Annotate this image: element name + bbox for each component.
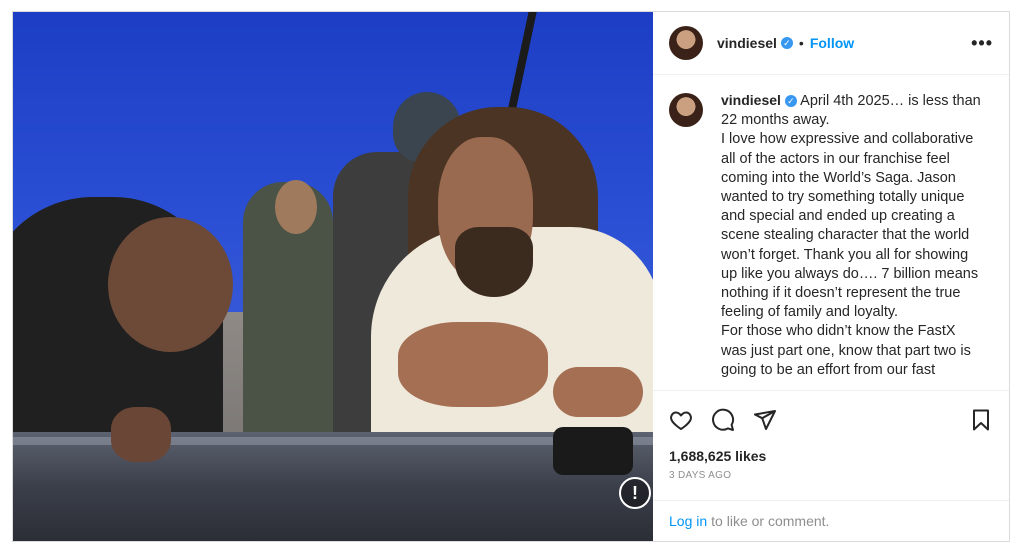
post-header: vindiesel ✓ • Follow ••• (653, 12, 1009, 75)
likes-count[interactable]: 1,688,625 likes (653, 448, 1009, 468)
caption-text: vindiesel ✓ April 4th 2025… is less than … (721, 91, 983, 380)
caption-username[interactable]: vindiesel (721, 92, 781, 108)
avatar[interactable] (669, 26, 703, 60)
login-prompt: Log in to like or comment. (653, 500, 1009, 541)
photo-bg-person-1-head (275, 180, 317, 234)
photo-right-person-hands (398, 322, 548, 407)
photo-right-person-arm (553, 367, 643, 417)
post-sidebar: vindiesel ✓ • Follow ••• vindiesel ✓ Apri… (653, 12, 1009, 541)
photo-equipment (553, 427, 633, 475)
post-timestamp[interactable]: 3 days ago (653, 470, 1009, 492)
login-link[interactable]: Log in (669, 513, 707, 529)
caption-body: April 4th 2025… is less than 22 months a… (721, 93, 981, 378)
bookmark-icon[interactable] (967, 406, 995, 434)
post-actions (653, 390, 1009, 448)
verified-badge-icon: ✓ (784, 95, 797, 108)
verified-badge-icon: ✓ (780, 37, 793, 49)
comment-icon[interactable] (709, 406, 737, 434)
sensitive-content-icon[interactable]: ! (619, 477, 651, 509)
more-options-icon[interactable]: ••• (971, 33, 993, 54)
caption-row: vindiesel ✓ April 4th 2025… is less than … (669, 91, 993, 380)
heart-icon[interactable] (667, 406, 695, 434)
caption-avatar[interactable] (669, 93, 703, 127)
send-icon[interactable] (751, 406, 779, 434)
photo-left-person-hands (111, 407, 171, 462)
photo-left-person-head (108, 217, 233, 352)
login-prompt-text: to like or comment. (711, 513, 830, 529)
header-username[interactable]: vindiesel (717, 35, 777, 51)
photo-right-person-beard (455, 227, 533, 297)
header-separator-dot: • (798, 35, 804, 51)
instagram-post: ! vindiesel ✓ • Follow ••• vindiesel ✓ Ap… (12, 11, 1010, 542)
caption-area[interactable]: vindiesel ✓ April 4th 2025… is less than … (653, 75, 1009, 390)
follow-button[interactable]: Follow (810, 35, 854, 51)
post-photo[interactable]: ! (13, 12, 653, 541)
